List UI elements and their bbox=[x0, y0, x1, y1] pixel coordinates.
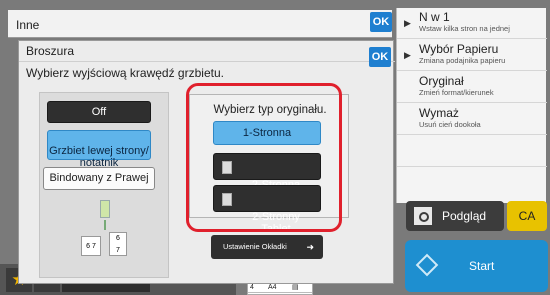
rp-item-subtitle: Zmiana podajnika papieru bbox=[419, 56, 506, 65]
start-label: Start bbox=[469, 259, 495, 273]
ok-label: OK bbox=[371, 51, 389, 63]
rp-item-paper-select[interactable]: ▶ Wybór Papieru Zmiana podajnika papieru bbox=[397, 40, 547, 71]
binding-right-button[interactable]: Bindowany z Prawej bbox=[43, 167, 155, 190]
ca-label: CA bbox=[518, 209, 536, 223]
rp-item-subtitle: Wstaw kilka stron na jednej bbox=[419, 24, 510, 33]
highlight-frame bbox=[186, 83, 342, 232]
rp-item-empty bbox=[397, 136, 547, 167]
button-label: Bindowany z Prawej bbox=[49, 172, 149, 184]
button-label: Off bbox=[91, 106, 107, 118]
rp-item-title: Wybór Papieru bbox=[419, 42, 499, 56]
ca-button[interactable]: CA bbox=[507, 201, 547, 231]
rp-item-erase[interactable]: Wymaż Usuń cień dookoła bbox=[397, 104, 547, 135]
window-title: Inne bbox=[16, 18, 40, 32]
play-icon: ▶ bbox=[404, 50, 411, 60]
play-icon: ▶ bbox=[404, 18, 411, 28]
preview-button[interactable]: Podgląd bbox=[406, 201, 504, 231]
binding-off-button[interactable]: Off bbox=[47, 101, 151, 123]
rp-item-title: N w 1 bbox=[419, 10, 450, 24]
start-button[interactable]: Start bbox=[405, 240, 548, 292]
arrow-right-icon: ➜ bbox=[306, 242, 314, 252]
dialog-ok-button[interactable]: OK bbox=[369, 47, 391, 67]
ok-label: OK bbox=[372, 16, 390, 28]
rp-item-title: Wymaż bbox=[419, 106, 459, 120]
button-label: Grzbiet lewej strony/ notatnik bbox=[49, 145, 149, 169]
inne-window-header: Inne bbox=[8, 10, 392, 38]
rp-item-subtitle: Usuń cień dookoła bbox=[419, 120, 481, 129]
rp-item-n-in-1[interactable]: ▶ N w 1 Wstaw kilka stron na jednej bbox=[397, 8, 547, 39]
cover-settings-button[interactable]: Ustawienie Okładki ➜ bbox=[211, 235, 323, 259]
dialog-divider bbox=[19, 61, 395, 62]
preview-icon bbox=[414, 207, 432, 225]
dialog-instruction: Wybierz wyjściową krawędź grzbietu. bbox=[26, 66, 224, 80]
header-ok-button[interactable]: OK bbox=[370, 12, 392, 32]
right-function-panel: ▶ N w 1 Wstaw kilka stron na jednej ▶ Wy… bbox=[396, 8, 547, 203]
rp-item-title: Oryginał bbox=[419, 74, 464, 88]
binding-left-button[interactable]: Grzbiet lewej strony/ notatnik bbox=[47, 130, 151, 169]
rp-item-original[interactable]: Oryginał Zmień format/kierunek bbox=[397, 72, 547, 103]
button-label: Ustawienie Okładki bbox=[223, 242, 287, 251]
binding-edge-panel: Off Grzbiet lewej strony/ notatnik Bindo… bbox=[39, 92, 169, 278]
start-icon bbox=[415, 253, 439, 277]
preview-label: Podgląd bbox=[442, 209, 487, 223]
rp-item-subtitle: Zmień format/kierunek bbox=[419, 88, 494, 97]
booklet-preview-icon: 6 7 67 bbox=[81, 198, 127, 268]
dialog-title: Broszura bbox=[26, 44, 75, 58]
